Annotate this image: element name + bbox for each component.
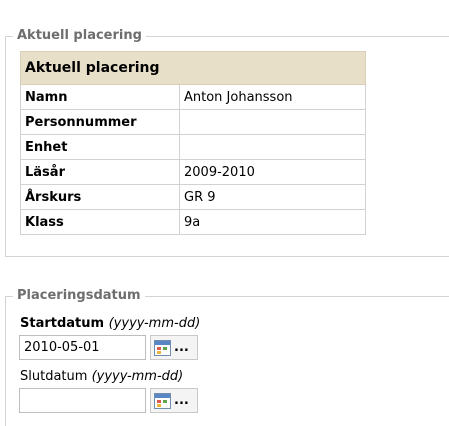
table-row: Läsår 2009-2010 xyxy=(20,159,366,185)
current-placement-table: Aktuell placering Namn Anton Johansson P… xyxy=(20,51,366,235)
start-date-format-hint: (yyyy-mm-dd) xyxy=(108,316,201,331)
start-date-input[interactable] xyxy=(19,335,146,360)
end-date-input[interactable] xyxy=(19,388,146,413)
row-value-school-year: 2009-2010 xyxy=(179,159,366,185)
placement-date-legend: Placeringsdatum xyxy=(13,288,145,304)
table-header-row: Aktuell placering xyxy=(20,51,366,85)
row-value-unit xyxy=(179,134,366,160)
table-row: Klass 9a xyxy=(20,209,366,235)
row-label-school-year: Läsår xyxy=(20,159,180,185)
calendar-icon xyxy=(154,339,171,356)
row-value-name: Anton Johansson xyxy=(179,84,366,110)
end-date-label-text: Slutdatum xyxy=(20,369,88,384)
calendar-button-label: ... xyxy=(174,393,189,408)
start-date-label-text: Startdatum xyxy=(20,316,105,331)
row-label-unit: Enhet xyxy=(20,134,180,160)
row-value-grade: GR 9 xyxy=(179,184,366,210)
row-label-grade: Årskurs xyxy=(20,184,180,210)
calendar-button-label: ... xyxy=(174,340,189,355)
row-value-class: 9a xyxy=(179,209,366,235)
start-date-label: Startdatum (yyyy-mm-dd) xyxy=(20,316,200,331)
end-date-format-hint: (yyyy-mm-dd) xyxy=(91,369,184,384)
table-header: Aktuell placering xyxy=(20,51,366,85)
row-value-personal-number xyxy=(179,109,366,135)
table-row: Namn Anton Johansson xyxy=(20,84,366,110)
row-label-personal-number: Personnummer xyxy=(20,109,180,135)
table-row: Enhet xyxy=(20,134,366,160)
end-date-label: Slutdatum (yyyy-mm-dd) xyxy=(20,369,183,384)
current-placement-legend: Aktuell placering xyxy=(13,28,146,44)
calendar-icon xyxy=(154,392,171,409)
table-row: Årskurs GR 9 xyxy=(20,184,366,210)
row-label-name: Namn xyxy=(20,84,180,110)
end-date-calendar-button[interactable]: ... xyxy=(150,388,198,413)
row-label-class: Klass xyxy=(20,209,180,235)
start-date-calendar-button[interactable]: ... xyxy=(150,335,198,360)
table-row: Personnummer xyxy=(20,109,366,135)
